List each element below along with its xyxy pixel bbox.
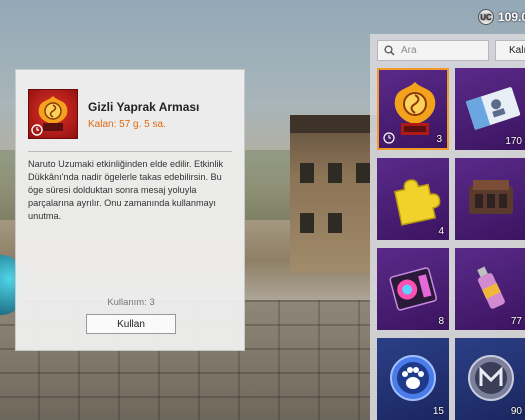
item-count: 4 [438,226,444,237]
inventory-item-engine[interactable] [455,158,525,240]
uc-coin-icon: UC [478,9,494,25]
item-description: Naruto Uzumaki etkinliğinden elde edilir… [28,159,224,221]
search-input[interactable] [401,45,481,56]
item-remaining-time: Kalan: 57 g. 5 sa. [88,119,166,130]
item-count: 3 [436,134,442,145]
inventory-item-pet-token[interactable]: 15 [377,338,449,420]
inventory-item-spray[interactable]: 77 [455,248,525,330]
search-icon [384,45,395,56]
use-button[interactable]: Kullan [86,314,176,334]
inventory-panel: Kalı 3 170 4 [370,34,525,420]
hidden-leaf-emblem-icon [28,89,78,139]
filter-button[interactable]: Kalı [495,40,525,61]
background-house [290,115,380,273]
search-box[interactable] [377,40,489,61]
inventory-item-color-card[interactable]: 8 [377,248,449,330]
item-count: 90 [510,406,522,417]
engine-icon [469,180,513,214]
item-count: 8 [438,316,444,327]
item-count: 77 [510,316,522,327]
item-title: Gizli Yaprak Arması [88,100,200,114]
inventory-item-emblem[interactable]: 3 [377,68,449,150]
item-detail-panel: Gizli Yaprak Arması Kalan: 57 g. 5 sa. N… [15,69,245,351]
item-count: 170 [505,136,522,147]
item-count: 15 [432,406,444,417]
currency-amount: 109.0 [498,10,525,24]
divider [28,151,232,152]
inventory-item-puzzle[interactable]: 4 [377,158,449,240]
inventory-item-card[interactable]: 170 [455,68,525,150]
item-usage-count: Kullanım: 3 [107,297,155,308]
timer-icon [31,124,43,136]
currency-display: UC 109.0 [478,9,525,25]
inventory-item-m-token[interactable]: 90 [455,338,525,420]
timer-icon [383,132,395,144]
